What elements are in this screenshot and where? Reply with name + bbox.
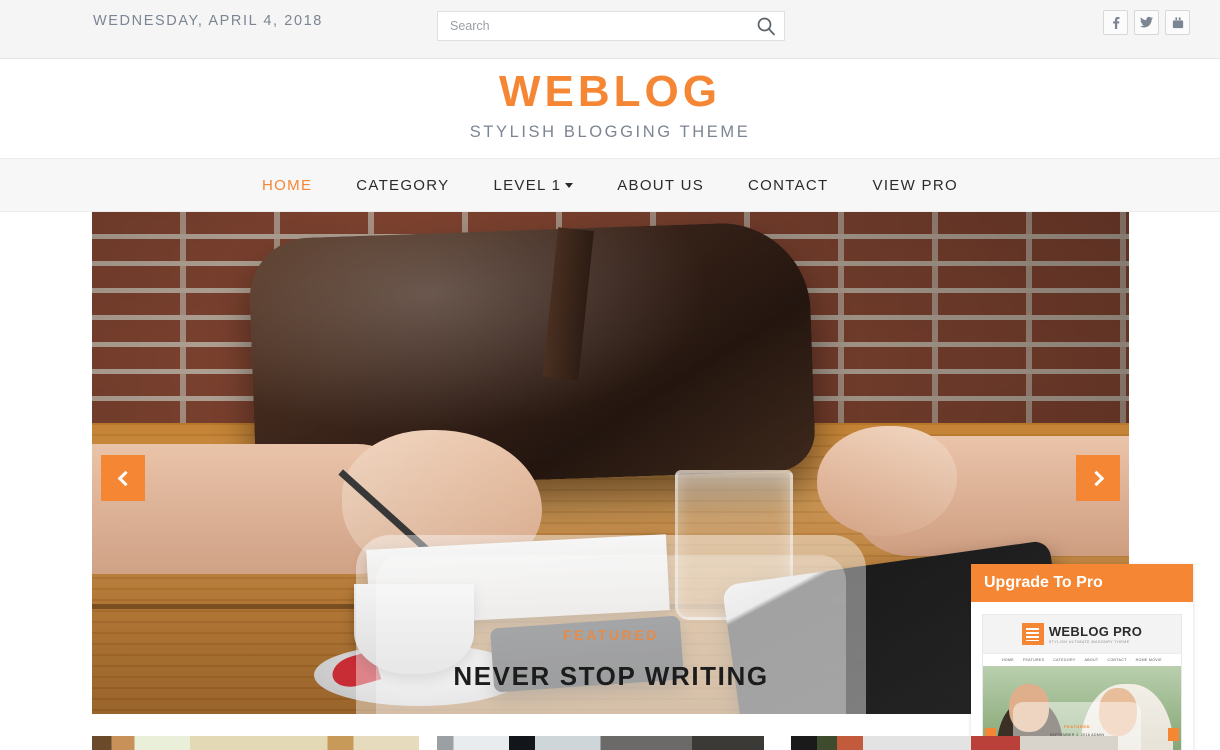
social-links [1103,10,1190,35]
pro-nav-item: CONTACT [1107,658,1127,662]
nav-item-view-pro[interactable]: VIEW PRO [851,177,980,194]
slide-caption: FEATURED NEVER STOP WRITING READ MORE [356,535,866,714]
pro-logo-icon [1021,623,1044,645]
search-input[interactable] [438,12,750,40]
search-box[interactable] [437,11,785,41]
nav-label: HOME [262,176,313,194]
nav-label: VIEW PRO [872,176,958,194]
slider-prev-button[interactable] [101,455,145,501]
pro-preview-header: WEBLOG PRO STYLISH ULTIMATE MASONRY THEM… [983,615,1181,653]
site-brand: WEBLOG STYLISH BLOGGING THEME [0,59,1220,159]
nav-label: CONTACT [748,176,829,194]
pro-logo-main: WEBLOG [1048,623,1110,639]
site-tagline: STYLISH BLOGGING THEME [469,123,751,141]
twitter-icon[interactable] [1134,10,1159,35]
slide-eyebrow: FEATURED [563,627,659,643]
nav-item-contact[interactable]: CONTACT [726,177,850,194]
facebook-icon[interactable] [1103,10,1128,35]
post-thumbnail-3[interactable] [791,736,1118,750]
slider-next-button[interactable] [1076,455,1120,501]
nav-label: ABOUT US [617,176,705,194]
pro-logo-text: WEBLOG PRO [1049,625,1142,638]
nav-item-category[interactable]: CATEGORY [334,177,471,194]
pro-nav-item: FEATURES [1022,658,1045,662]
post-grid [0,736,1220,750]
youtube-icon[interactable] [1165,10,1190,35]
pro-logo-glyph [1026,627,1040,641]
pro-nav-item: CATEGORY [1053,658,1076,662]
nav-item-home[interactable]: HOME [240,177,334,194]
slide-caption-text: FEATURED NEVER STOP WRITING READ MORE [356,627,866,714]
post-thumbnail-2[interactable] [437,736,764,750]
site-title[interactable]: WEBLOG [0,64,1220,120]
chevron-down-icon [565,182,574,188]
pro-nav-item: HOME [1001,658,1014,662]
nav-label: CATEGORY [356,176,450,194]
pro-logo-bold: PRO [1113,623,1143,639]
top-bar: WEDNESDAY, APRIL 4, 2018 [0,0,1220,59]
widget-heading: Upgrade To Pro [971,564,1193,602]
upgrade-to-pro-widget: Upgrade To Pro WEBLOG PRO STYLISH ULTIMA… [971,564,1193,750]
hero-photo-bag-strap [542,227,594,381]
pro-slide-eyebrow: FEATURED [1063,724,1091,729]
search-icon[interactable] [754,15,778,39]
pro-preview-nav: HOME FEATURES CATEGORY ABOUT CONTACT HOM… [983,653,1181,666]
chevron-left-icon [117,470,133,486]
nav-item-about-us[interactable]: ABOUT US [595,177,726,194]
post-thumbnail-1[interactable] [92,736,419,750]
current-date: WEDNESDAY, APRIL 4, 2018 [93,13,323,29]
pro-nav-item: HOME MOVIE [1135,658,1162,662]
widget-body: WEBLOG PRO STYLISH ULTIMATE MASONRY THEM… [971,602,1193,750]
page-content: FEATURED NEVER STOP WRITING READ MORE Up… [0,212,1220,750]
main-navigation: HOME CATEGORY LEVEL 1 ABOUT US CONTACT V… [0,159,1220,212]
slide-title[interactable]: NEVER STOP WRITING [356,661,866,692]
pro-logo-subtitle: STYLISH ULTIMATE MASONRY THEME [1048,639,1130,644]
chevron-right-icon [1088,470,1104,486]
nav-item-level-1[interactable]: LEVEL 1 [471,177,595,194]
nav-label: LEVEL 1 [493,176,562,194]
pro-theme-preview[interactable]: WEBLOG PRO STYLISH ULTIMATE MASONRY THEM… [982,614,1182,750]
pro-nav-item: ABOUT [1084,658,1099,662]
